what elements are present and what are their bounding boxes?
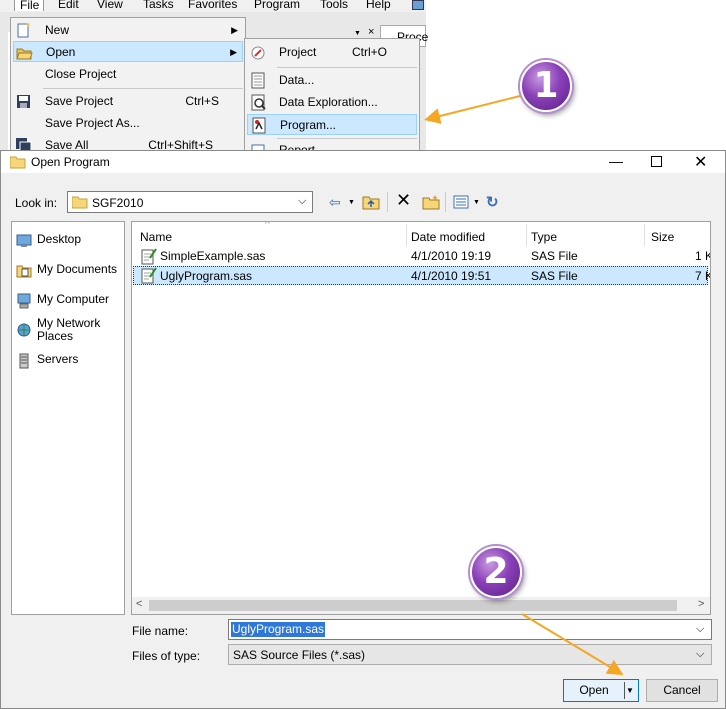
column-header-type[interactable]: Type: [531, 230, 557, 244]
toolbar-icon[interactable]: [412, 0, 424, 10]
chevron-down-icon[interactable]: ▼: [348, 199, 355, 206]
folder-icon: [9, 155, 26, 172]
save-icon: [15, 93, 32, 110]
submenu-arrow-icon: ▶: [231, 25, 238, 35]
back-arrow-icon[interactable]: ⇦: [329, 194, 341, 211]
place-servers[interactable]: Servers: [16, 353, 122, 369]
data-icon: [250, 72, 267, 89]
file-menu: New ▶ Open ▶ Close Project Save Project …: [10, 17, 246, 154]
sort-ascending-icon: ^: [265, 221, 270, 230]
scrollbar-thumb[interactable]: [149, 600, 677, 611]
file-list: ^ Name Date modified Type Size SimpleExa…: [131, 221, 711, 615]
close-icon[interactable]: ×: [368, 26, 374, 38]
menu-favorites[interactable]: Favorites: [188, 0, 237, 11]
menu-item-save-project-as[interactable]: Save Project As...: [11, 113, 245, 134]
close-icon[interactable]: ✕: [694, 152, 707, 172]
column-header-date-modified[interactable]: Date modified: [411, 230, 485, 244]
file-row[interactable]: SimpleExample.sas 4/1/2010 19:19 SAS Fil…: [133, 247, 710, 266]
arrow-step-1: [424, 95, 521, 124]
dialog-title: Open Program: [31, 155, 110, 169]
desktop-icon: [16, 233, 32, 249]
look-in-label: Look in:: [15, 196, 58, 210]
submenu-item-program[interactable]: Program...: [247, 114, 417, 135]
data-exploration-icon: [250, 94, 267, 111]
new-icon: [15, 22, 32, 39]
open-program-dialog: Open Program — ✕ Look in: SGF2010 ⌵ ⇦ ▼ …: [0, 150, 726, 709]
step-1-badge: 1: [520, 60, 572, 112]
place-my-documents[interactable]: My Documents: [16, 263, 122, 279]
sas-file-icon: [141, 267, 157, 290]
open-folder-icon: [16, 44, 33, 61]
up-folder-icon[interactable]: [362, 194, 380, 213]
scroll-right-icon[interactable]: >: [698, 598, 704, 610]
menu-separator: [277, 138, 417, 139]
menu-edit[interactable]: Edit: [58, 0, 79, 11]
files-of-type-label: Files of type:: [132, 649, 201, 663]
chevron-down-icon[interactable]: ▼: [354, 30, 361, 37]
column-header-size[interactable]: Size: [651, 230, 674, 244]
refresh-icon[interactable]: ↻: [486, 193, 499, 211]
network-icon: [16, 322, 32, 338]
menu-item-new[interactable]: New ▶: [11, 20, 245, 41]
views-icon[interactable]: [453, 195, 469, 212]
column-header-name[interactable]: Name: [140, 230, 172, 244]
chevron-down-icon: ⌵: [696, 648, 705, 660]
menu-view[interactable]: View: [97, 0, 123, 11]
menu-tools[interactable]: Tools: [320, 0, 348, 11]
file-name-input[interactable]: UglyProgram.sas ⌵: [228, 619, 712, 640]
minimize-icon[interactable]: —: [609, 153, 623, 169]
menu-bar: File Edit View Tasks Favorites Program T…: [0, 0, 426, 12]
menu-item-open[interactable]: Open ▶: [13, 41, 243, 62]
dialog-title-bar: Open Program — ✕: [1, 151, 725, 173]
submenu-arrow-icon: ▶: [230, 47, 237, 57]
server-icon: [16, 353, 32, 369]
open-button[interactable]: Open ▼: [563, 679, 639, 702]
new-folder-icon[interactable]: [422, 194, 440, 213]
place-my-network-places[interactable]: My Network Places: [16, 317, 122, 345]
files-of-type-dropdown[interactable]: SAS Source Files (*.sas) ⌵: [228, 644, 712, 665]
project-icon: [250, 44, 267, 61]
submenu-item-data-exploration[interactable]: Data Exploration...: [245, 92, 419, 113]
menu-program[interactable]: Program: [254, 0, 300, 11]
places-bar: Desktop My Documents My Computer My Netw…: [11, 221, 125, 615]
submenu-item-project[interactable]: Project Ctrl+O: [245, 42, 419, 63]
cancel-button[interactable]: Cancel: [646, 679, 718, 702]
scroll-left-icon[interactable]: <: [136, 598, 142, 610]
menu-item-save-project[interactable]: Save Project Ctrl+S: [11, 91, 245, 112]
file-row-selected[interactable]: UglyProgram.sas 4/1/2010 19:51 SAS File …: [133, 266, 710, 285]
folder-icon: [71, 195, 88, 212]
submenu-item-data[interactable]: Data...: [245, 70, 419, 91]
program-icon: [251, 117, 268, 134]
computer-icon: [16, 293, 32, 309]
look-in-dropdown[interactable]: SGF2010 ⌵: [67, 191, 313, 213]
place-my-computer[interactable]: My Computer: [16, 293, 122, 309]
menu-separator: [43, 88, 243, 89]
step-2-badge: 2: [470, 546, 522, 598]
menu-file[interactable]: File: [14, 0, 44, 12]
chevron-down-icon[interactable]: ▼: [473, 199, 480, 206]
file-name-label: File name:: [132, 624, 189, 638]
menu-item-close-project[interactable]: Close Project: [11, 64, 245, 85]
chevron-down-icon: ⌵: [298, 195, 307, 207]
maximize-icon[interactable]: [651, 156, 662, 167]
delete-icon[interactable]: ✕: [396, 190, 411, 211]
place-desktop[interactable]: Desktop: [16, 233, 122, 249]
menu-help[interactable]: Help: [366, 0, 391, 11]
open-submenu: Project Ctrl+O Data... Data Exploration.…: [244, 38, 420, 155]
menu-tasks[interactable]: Tasks: [143, 0, 174, 11]
menu-separator: [277, 67, 417, 68]
chevron-down-icon: ⌵: [696, 623, 705, 635]
documents-icon: [16, 263, 32, 279]
horizontal-scrollbar[interactable]: < >: [132, 597, 710, 614]
chevron-down-icon[interactable]: ▼: [626, 680, 634, 701]
